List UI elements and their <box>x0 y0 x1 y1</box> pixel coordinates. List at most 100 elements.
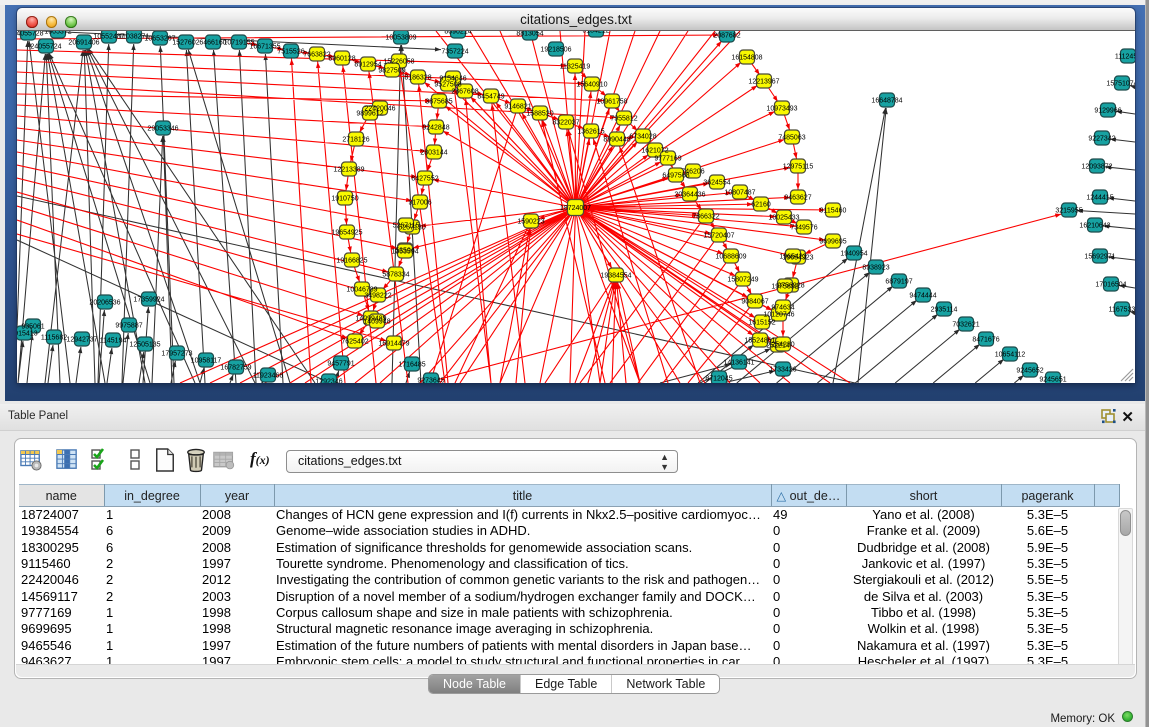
svg-text:7515526: 7515526 <box>277 48 304 55</box>
svg-text:9146821: 9146821 <box>504 103 531 110</box>
svg-text:8813054: 8813054 <box>516 30 543 37</box>
svg-text:8186328: 8186328 <box>404 74 431 81</box>
svg-text:9699695: 9699695 <box>819 238 846 245</box>
svg-text:1965423: 1965423 <box>779 253 806 260</box>
svg-text:3915413: 3915413 <box>10 330 37 337</box>
svg-text:1590223: 1590223 <box>517 218 544 225</box>
svg-text:254230: 254230 <box>771 341 794 348</box>
svg-text:10120746: 10120746 <box>763 311 794 318</box>
svg-text:5878334: 5878334 <box>382 271 409 278</box>
svg-text:1910750: 1910750 <box>331 195 358 202</box>
svg-text:1353594: 1353594 <box>391 248 418 255</box>
svg-text:1621072: 1621072 <box>641 147 668 154</box>
svg-text:1115682: 1115682 <box>41 334 67 341</box>
svg-text:19166825: 19166825 <box>336 257 367 264</box>
svg-text:1905372: 1905372 <box>44 28 71 35</box>
svg-text:935061: 935061 <box>21 323 44 330</box>
svg-text:8471676: 8471676 <box>972 336 999 343</box>
svg-text:19218506: 19218506 <box>540 46 571 53</box>
svg-text:1975692: 1975692 <box>771 283 798 290</box>
svg-text:746206: 746206 <box>681 168 704 175</box>
svg-text:17957273: 17957273 <box>161 350 192 357</box>
svg-text:11325419: 11325419 <box>560 63 591 70</box>
svg-text:9245651: 9245651 <box>1039 376 1066 383</box>
svg-text:5267115: 5267115 <box>393 222 420 229</box>
svg-text:1716485: 1716485 <box>398 361 425 368</box>
svg-text:20206536: 20206536 <box>89 299 120 306</box>
svg-text:9115460: 9115460 <box>820 207 847 214</box>
svg-text:15692971: 15692971 <box>1084 253 1115 260</box>
svg-text:1588520: 1588520 <box>526 110 553 117</box>
svg-text:9463627: 9463627 <box>784 194 811 201</box>
svg-text:11923468: 11923468 <box>253 372 284 379</box>
svg-text:19654925: 19654925 <box>331 229 362 236</box>
svg-text:9827509: 9827509 <box>378 67 405 74</box>
svg-text:10053809: 10053809 <box>385 34 416 41</box>
svg-text:9245652: 9245652 <box>1016 367 1043 374</box>
svg-text:8938923: 8938923 <box>862 264 889 271</box>
svg-text:3215955: 3215955 <box>1055 207 1082 214</box>
svg-text:10961758: 10961758 <box>596 98 627 105</box>
svg-text:9527508: 9527508 <box>434 81 461 88</box>
svg-text:9273645: 9273645 <box>417 377 444 384</box>
svg-text:10688609: 10688609 <box>715 253 746 260</box>
svg-text:1112453: 1112453 <box>1115 53 1141 60</box>
svg-text:7866322: 7866322 <box>692 213 719 220</box>
svg-text:10653267: 10653267 <box>144 35 175 42</box>
svg-text:12505135: 12505135 <box>129 341 160 348</box>
svg-text:3624554: 3624554 <box>703 179 730 186</box>
svg-text:974634: 974634 <box>771 304 794 311</box>
svg-text:8454749: 8454749 <box>477 93 504 100</box>
svg-text:9227342: 9227342 <box>1088 135 1115 142</box>
svg-text:1362615: 1362615 <box>577 128 604 135</box>
svg-text:15640910: 15640910 <box>576 81 607 88</box>
svg-text:15226058: 15226058 <box>383 58 414 65</box>
svg-text:1527602: 1527602 <box>172 39 199 46</box>
svg-text:16914479: 16914479 <box>378 340 409 347</box>
svg-text:1244415: 1244415 <box>1086 194 1113 201</box>
svg-text:9184212: 9184212 <box>582 27 609 34</box>
svg-text:24055724: 24055724 <box>30 43 61 50</box>
svg-text:2935114: 2935114 <box>931 306 958 313</box>
svg-text:10654112: 10654112 <box>995 351 1026 358</box>
svg-text:10958117: 10958117 <box>191 357 222 364</box>
svg-text:9474444: 9474444 <box>909 292 936 299</box>
svg-text:1292346: 1292346 <box>315 378 342 385</box>
svg-text:12093872: 12093872 <box>1081 163 1112 170</box>
svg-text:1615152: 1615152 <box>748 319 775 326</box>
svg-text:1145194: 1145194 <box>100 337 127 344</box>
svg-text:2867608: 2867608 <box>451 88 478 95</box>
svg-text:16154808: 16154808 <box>731 54 762 61</box>
svg-text:2087682: 2087682 <box>713 32 740 39</box>
svg-text:16782759: 16782759 <box>220 364 251 371</box>
svg-text:62160: 62160 <box>751 201 771 208</box>
svg-text:9457791: 9457791 <box>327 360 354 367</box>
svg-text:8090214: 8090214 <box>444 28 471 35</box>
svg-text:16648784: 16648784 <box>871 97 902 104</box>
svg-text:18724007: 18724007 <box>560 205 591 212</box>
svg-text:9899612: 9899612 <box>356 110 383 117</box>
svg-text:14136141: 14136141 <box>723 359 754 366</box>
svg-text:12213389: 12213389 <box>333 166 364 173</box>
svg-text:20364436: 20364436 <box>674 191 705 198</box>
svg-text:29053346: 29053346 <box>147 125 178 132</box>
svg-text:8427552: 8427552 <box>411 175 438 182</box>
svg-text:2803144: 2803144 <box>420 149 447 156</box>
svg-text:17359924: 17359924 <box>133 296 164 303</box>
svg-text:10973493: 10973493 <box>766 105 797 112</box>
svg-text:12942737: 12942737 <box>66 336 97 343</box>
svg-text:6879197: 6879197 <box>885 278 912 285</box>
svg-text:6734028: 6734028 <box>629 133 656 140</box>
svg-text:15720407: 15720407 <box>703 232 734 239</box>
svg-text:7625402: 7625402 <box>341 338 368 345</box>
svg-text:9975887: 9975887 <box>115 322 142 329</box>
svg-text:15807249: 15807249 <box>727 276 758 283</box>
svg-text:9129966: 9129966 <box>1094 107 1121 114</box>
svg-text:12213967: 12213967 <box>748 78 779 85</box>
svg-text:16671355: 16671355 <box>249 43 280 50</box>
svg-text:10807487: 10807487 <box>724 189 755 196</box>
svg-text:8960128: 8960128 <box>328 55 355 62</box>
svg-text:1940954: 1940954 <box>840 250 867 257</box>
svg-text:7349576: 7349576 <box>790 224 817 231</box>
svg-text:19384554: 19384554 <box>600 272 631 279</box>
